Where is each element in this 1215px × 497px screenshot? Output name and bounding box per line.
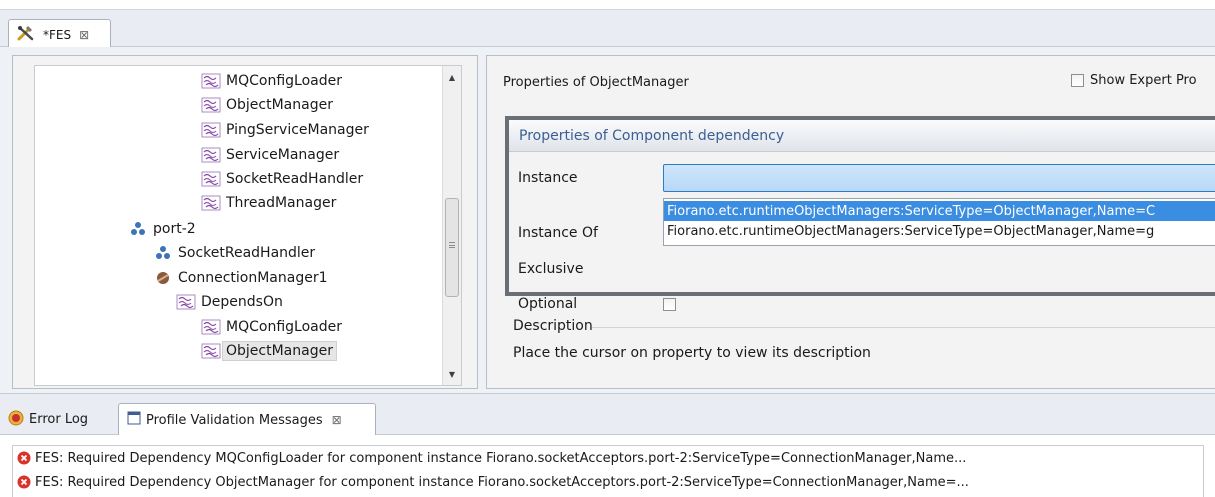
tree-item[interactable]: PingServiceManager [201, 118, 369, 142]
tree-scrollbar[interactable]: ▲ ▼ [442, 66, 461, 385]
dependency-icon [201, 121, 221, 139]
tree-item-label: SocketReadHandler [226, 171, 364, 187]
tree-item-label: ConnectionManager1 [178, 270, 328, 286]
component-dependency-section: Properties of Component dependency Insta… [505, 116, 1215, 312]
instance-of-label: Instance Of [518, 225, 598, 241]
tree-item[interactable]: SocketReadHandler [153, 241, 315, 265]
tree-item[interactable]: SocketReadHandler [201, 167, 363, 191]
optional-label: Optional [518, 296, 578, 312]
dependency-icon [201, 96, 221, 114]
node-icon [153, 244, 173, 262]
tab-error-log-label: Error Log [29, 412, 89, 427]
message-text: FES: Required Dependency ObjectManager f… [35, 474, 969, 490]
validation-messages-view: FES: Required Dependency MQConfigLoader … [0, 435, 1215, 497]
tree-item-label: ObjectManager [226, 97, 333, 113]
window-icon [127, 411, 141, 429]
component-icon [153, 269, 173, 287]
dependency-icon [201, 318, 221, 336]
tree-item-label: MQConfigLoader [226, 319, 342, 335]
tree-item-label: PingServiceManager [226, 122, 369, 138]
instance-dropdown-list[interactable]: Fiorano.etc.runtimeObjectManagers:Servic… [663, 198, 1215, 246]
scroll-thumb[interactable] [445, 198, 459, 297]
editor-tab-label: *FES [43, 27, 72, 42]
tree-item-label: MQConfigLoader [226, 73, 342, 89]
dependency-icon [201, 170, 221, 188]
properties-panel: Properties of ObjectManager Show Expert … [486, 55, 1215, 389]
tree-item-label: port-2 [153, 221, 196, 237]
editor-tab-fes[interactable]: *FES ⊠ [8, 19, 111, 49]
node-icon [128, 220, 148, 238]
tools-icon [17, 25, 37, 45]
messages-list[interactable]: FES: Required Dependency MQConfigLoader … [12, 445, 1204, 497]
show-expert-checkbox[interactable]: Show Expert Pro [1071, 73, 1197, 88]
instance-combo[interactable] [663, 164, 1215, 192]
tree-item[interactable]: ServiceManager [201, 143, 339, 167]
tree-item-label: DependsOn [201, 294, 283, 310]
tree-item[interactable]: ConnectionManager1 [153, 266, 328, 290]
optional-checkbox[interactable] [663, 298, 676, 311]
error-log-icon [8, 410, 24, 430]
description-text: Place the cursor on property to view its… [513, 345, 871, 361]
expert-checkbox-label: Show Expert Pro [1090, 73, 1197, 88]
scroll-up-arrow-icon[interactable]: ▲ [443, 68, 461, 86]
editor-tab-bar: *FES ⊠ [0, 9, 1215, 49]
dependency-icon [201, 194, 221, 212]
close-icon[interactable]: ⊠ [332, 413, 342, 427]
scroll-down-arrow-icon[interactable]: ▼ [443, 365, 461, 383]
dependency-icon [201, 146, 221, 164]
tree-panel: MQConfigLoader ObjectManager PingServiceMa… [12, 55, 478, 389]
close-icon[interactable]: ⊠ [79, 28, 89, 42]
dropdown-option-1[interactable]: Fiorano.etc.runtimeObjectManagers:Servic… [664, 201, 1215, 221]
description-divider [592, 327, 1215, 328]
tree-item[interactable]: ObjectManager [201, 339, 337, 363]
tree-item-label: ObjectManager [222, 341, 337, 361]
tree-item[interactable]: ThreadManager [201, 191, 336, 215]
list-item[interactable]: FES: Required Dependency MQConfigLoader … [13, 446, 1203, 470]
tree-item[interactable]: port-2 [128, 217, 196, 241]
bottom-tab-bar: Error Log Profile Validation Messages ⊠ [0, 393, 1215, 436]
dependency-icon [176, 293, 196, 311]
tree-item-label: ServiceManager [226, 147, 340, 163]
tree-item[interactable]: MQConfigLoader [201, 69, 342, 93]
expert-checkbox-box[interactable] [1071, 74, 1084, 87]
tab-error-log[interactable]: Error Log [0, 403, 118, 436]
dependency-icon [201, 72, 221, 90]
instance-label: Instance [518, 170, 578, 186]
tree-item[interactable]: ObjectManager [201, 93, 333, 117]
exclusive-label: Exclusive [518, 261, 584, 277]
editor-area: MQConfigLoader ObjectManager PingServiceMa… [0, 47, 1215, 393]
dropdown-option-2[interactable]: Fiorano.etc.runtimeObjectManagers:Servic… [664, 221, 1215, 241]
description-title: Description [513, 318, 593, 334]
tab-profile-validation-label: Profile Validation Messages [146, 412, 323, 428]
tree-item-label: SocketReadHandler [178, 245, 316, 261]
dependency-icon [201, 342, 221, 360]
message-text: FES: Required Dependency MQConfigLoader … [35, 450, 967, 466]
tab-profile-validation[interactable]: Profile Validation Messages ⊠ [118, 403, 376, 436]
list-item[interactable]: FES: Required Dependency ObjectManager f… [13, 470, 1203, 494]
error-icon [17, 475, 31, 489]
section-header: Properties of Component dependency [509, 120, 1215, 152]
component-tree[interactable]: MQConfigLoader ObjectManager PingServiceMa… [34, 65, 462, 386]
tree-item-label: ThreadManager [226, 195, 337, 211]
properties-title: Properties of ObjectManager [503, 75, 689, 90]
tree-item[interactable]: DependsOn [176, 290, 283, 314]
tree-item[interactable]: MQConfigLoader [201, 315, 342, 339]
error-icon [17, 451, 31, 465]
